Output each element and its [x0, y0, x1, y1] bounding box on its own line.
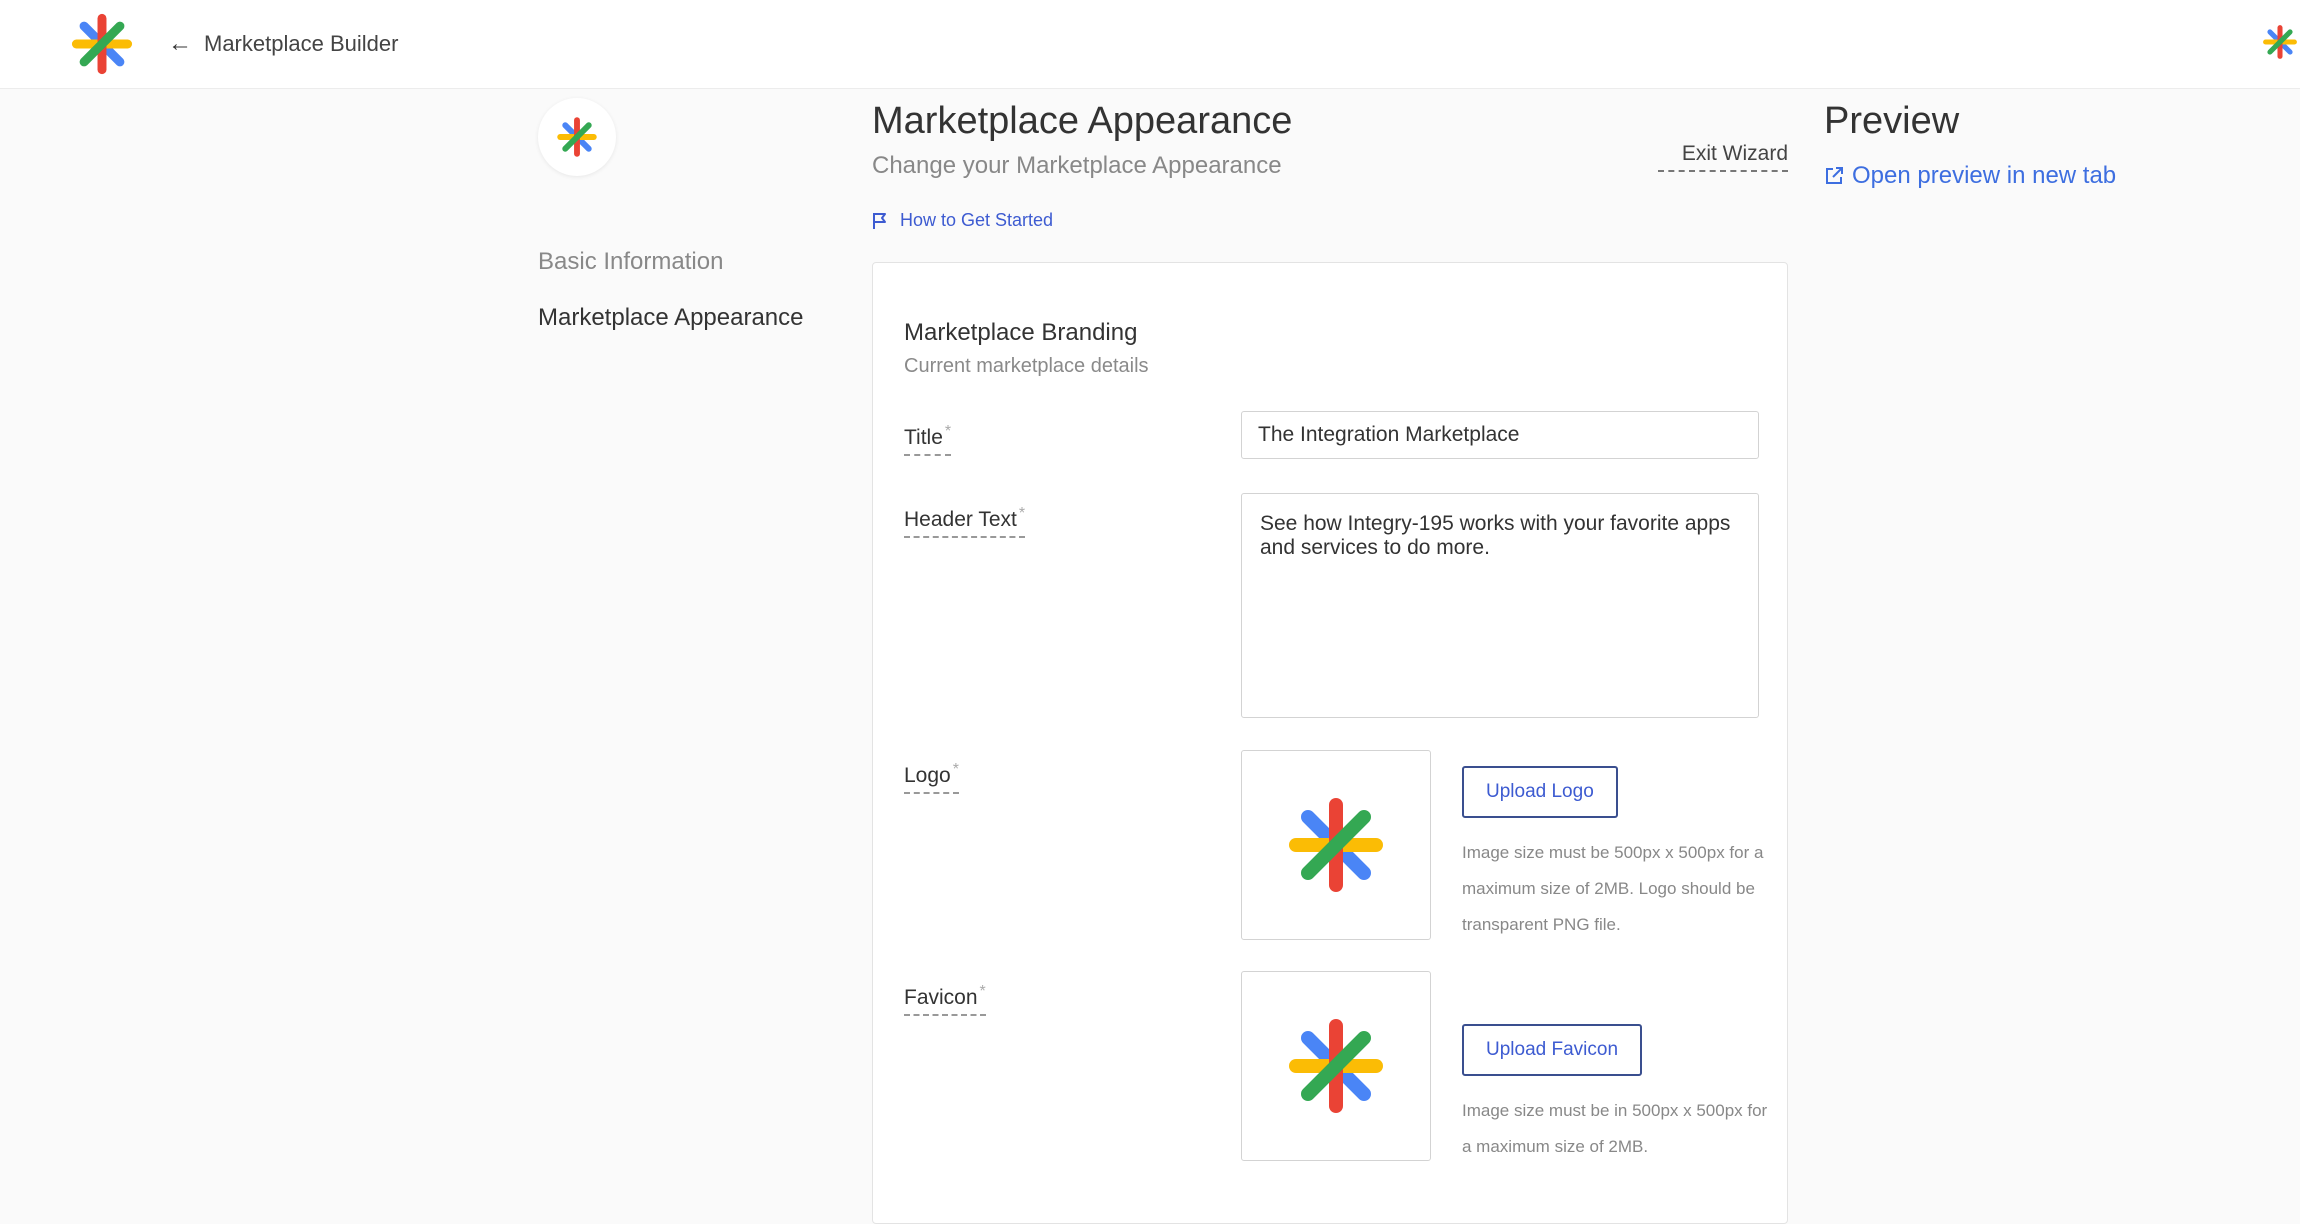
- section-subtitle: Current marketplace details: [904, 355, 1149, 377]
- page-subtitle: Change your Marketplace Appearance: [872, 152, 1282, 179]
- title-input-value: The Integration Marketplace: [1258, 423, 1520, 446]
- preview-panel: Preview Open preview in new tab: [1824, 98, 2116, 190]
- logo-hint: Image size must be 500px x 500px for a m…: [1462, 843, 1764, 934]
- back-to-marketplace-builder[interactable]: ← Marketplace Builder: [168, 26, 398, 62]
- arrow-left-icon: ←: [168, 30, 192, 57]
- asterisk-logo-icon[interactable]: [70, 12, 134, 76]
- branding-card: Marketplace Branding Current marketplace…: [872, 262, 1788, 1224]
- wizard-sidebar: Basic Information Marketplace Appearance: [538, 98, 828, 331]
- title-label: Title *: [904, 423, 952, 456]
- required-mark: *: [952, 761, 959, 778]
- open-preview-link[interactable]: Open preview in new tab: [1824, 162, 2116, 190]
- external-link-icon: [1826, 167, 1843, 184]
- title-label-text: Title: [904, 426, 943, 449]
- sidebar-item-marketplace-appearance[interactable]: Marketplace Appearance: [538, 304, 804, 332]
- logo-preview: [1241, 750, 1431, 940]
- back-label: Marketplace Builder: [204, 31, 399, 56]
- header-text-textarea[interactable]: See how Integry-195 works with your favo…: [1241, 493, 1759, 718]
- flag-icon: [873, 212, 886, 229]
- asterisk-logo-icon: [556, 116, 598, 158]
- how-to-get-started-link[interactable]: How to Get Started: [872, 210, 1053, 231]
- top-bar: ← Marketplace Builder: [0, 0, 2300, 89]
- header-text-value: See how Integry-195 works with your favo…: [1260, 512, 1731, 559]
- preview-title: Preview: [1824, 100, 1960, 142]
- section-title: Marketplace Branding: [904, 319, 1138, 346]
- favicon-label: Favicon *: [904, 983, 986, 1016]
- title-input[interactable]: The Integration Marketplace: [1241, 411, 1759, 459]
- open-preview-label: Open preview in new tab: [1852, 162, 2117, 189]
- logo-label-text: Logo: [904, 764, 951, 787]
- marketplace-logo: [538, 98, 616, 176]
- header-text-label: Header Text *: [904, 505, 1026, 538]
- upload-favicon-button[interactable]: Upload Favicon: [1462, 1024, 1643, 1076]
- page-header: Marketplace Appearance Change your Marke…: [872, 98, 1292, 180]
- asterisk-logo-icon: [1286, 795, 1386, 895]
- how-to-label: How to Get Started: [900, 210, 1054, 230]
- required-mark: *: [944, 423, 952, 440]
- exit-wizard-link[interactable]: Exit Wizard: [1658, 142, 1788, 172]
- favicon-hint: Image size must be in 500px x 500px for …: [1462, 1101, 1768, 1156]
- logo-label: Logo *: [904, 761, 959, 794]
- sidebar-item-basic-information[interactable]: Basic Information: [538, 248, 723, 276]
- page-title: Marketplace Appearance: [872, 100, 1293, 142]
- required-mark: *: [1018, 505, 1026, 522]
- favicon-label-text: Favicon: [904, 986, 978, 1009]
- asterisk-logo-icon: [1286, 1016, 1386, 1116]
- required-mark: *: [979, 983, 986, 1000]
- user-avatar-icon[interactable]: [2262, 24, 2298, 60]
- favicon-preview: [1241, 971, 1431, 1161]
- upload-logo-button[interactable]: Upload Logo: [1462, 766, 1618, 818]
- header-text-label-text: Header Text: [904, 508, 1017, 531]
